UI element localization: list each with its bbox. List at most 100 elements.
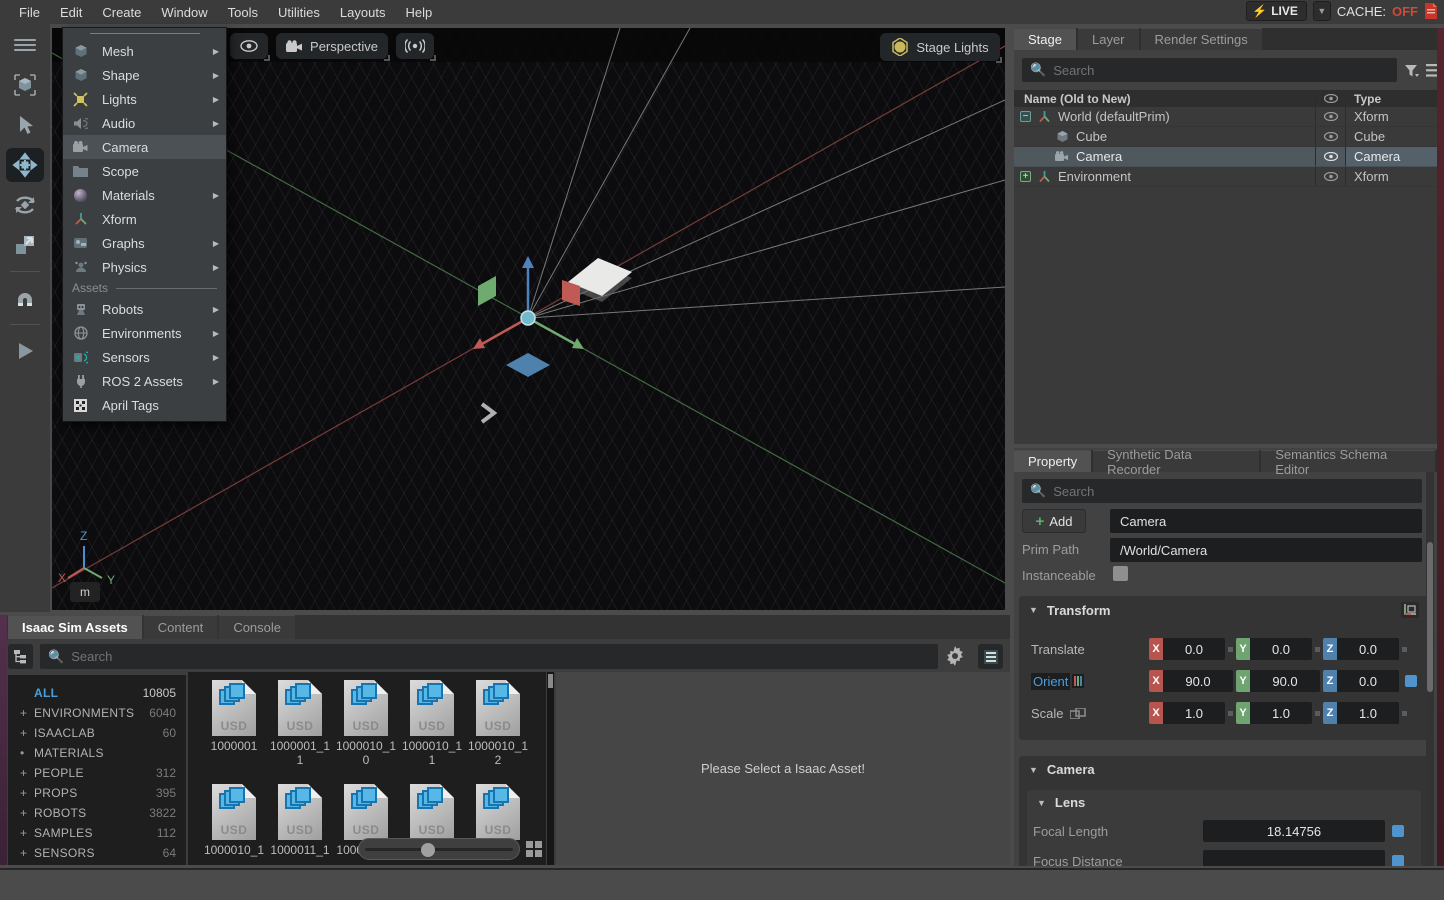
category-props[interactable]: +PROPS395 (8, 783, 186, 803)
expand-icon[interactable]: + (20, 706, 34, 720)
visibility-toggle[interactable] (1315, 147, 1345, 166)
transform-section-header[interactable]: ▼ Transform (1019, 596, 1429, 624)
tab-stage[interactable]: Stage (1014, 28, 1076, 50)
asset-grid-scrollbar[interactable] (547, 672, 554, 865)
menu-window[interactable]: Window (152, 2, 216, 23)
assets-search[interactable]: 🔍 (40, 644, 938, 669)
gizmo-x-arrow[interactable] (482, 318, 528, 344)
instanceable-checkbox[interactable] (1113, 566, 1128, 581)
viewport-visibility-button[interactable] (230, 33, 268, 59)
asset-file[interactable]: USD1000010_1 1 (401, 680, 463, 767)
category-environments[interactable]: +ENVIRONMENTS6040 (8, 703, 186, 723)
tab-synthetic-data-recorder[interactable]: Synthetic Data Recorder (1093, 450, 1259, 472)
tab-property[interactable]: Property (1014, 450, 1091, 472)
link-scale-icon[interactable] (1070, 708, 1086, 719)
stage-lights-button[interactable]: Stage Lights (880, 33, 1000, 61)
stage-row-world[interactable]: − World (defaultPrim) Xform (1014, 107, 1437, 127)
viewport-render-button[interactable] (396, 33, 434, 59)
property-scrollbar[interactable] (1426, 472, 1434, 866)
default-indicator[interactable] (1315, 647, 1320, 652)
column-type-header[interactable]: Type (1354, 92, 1381, 106)
expand-icon[interactable]: + (20, 766, 34, 780)
asset-file[interactable]: USD1000010_1 0 (335, 680, 397, 767)
scale-y-field[interactable]: 1.0 (1250, 702, 1312, 724)
asset-file[interactable]: USD1000001_1 1 (269, 680, 331, 767)
snap-tool[interactable] (6, 281, 44, 315)
menu-create[interactable]: Create (93, 2, 150, 23)
expand-icon[interactable]: + (20, 846, 34, 860)
asset-file[interactable]: USD1000010_1 2 (467, 680, 529, 767)
tab-render-settings[interactable]: Render Settings (1141, 28, 1262, 50)
gear-icon[interactable] (945, 646, 965, 666)
stage-row-camera[interactable]: Camera Camera (1014, 147, 1437, 167)
play-tool[interactable] (6, 334, 44, 368)
visibility-toggle[interactable] (1315, 167, 1345, 186)
stage-row-cube[interactable]: Cube Cube (1014, 127, 1437, 147)
value-changed-indicator[interactable] (1405, 675, 1417, 687)
gizmo-plane-handle-blue[interactable] (506, 353, 550, 377)
select-mode-tool[interactable] (6, 68, 44, 102)
menu-help[interactable]: Help (396, 2, 441, 23)
stage-row-environment[interactable]: + Environment Xform (1014, 167, 1437, 187)
column-visibility-header[interactable] (1315, 90, 1345, 107)
gizmo-y-arrow[interactable] (528, 318, 575, 344)
menu-tools[interactable]: Tools (219, 2, 267, 23)
move-tool[interactable] (6, 148, 44, 182)
category-samples[interactable]: +SAMPLES112 (8, 823, 186, 843)
hierarchy-view-button[interactable] (8, 644, 33, 669)
asset-file[interactable]: USD1000011_1 (269, 784, 331, 857)
create-menu-item-graphs[interactable]: Graphs ▶ (63, 231, 226, 255)
expand-icon[interactable]: + (20, 806, 34, 820)
category-materials[interactable]: •MATERIALS (8, 743, 186, 763)
default-indicator[interactable] (1228, 711, 1233, 716)
default-indicator[interactable] (1402, 711, 1407, 716)
translate-z-field[interactable]: 0.0 (1337, 638, 1399, 660)
tab-console[interactable]: Console (219, 615, 295, 639)
scale-x-field[interactable]: 1.0 (1163, 702, 1225, 724)
list-view-button[interactable] (978, 644, 1003, 669)
asset-file[interactable]: USD1000001 (203, 680, 265, 753)
create-menu-item-audio[interactable]: Audio ▶ (63, 111, 226, 135)
menu-layouts[interactable]: Layouts (331, 2, 395, 23)
camera-section-header[interactable]: ▼ Camera (1019, 756, 1429, 783)
cursor-tool[interactable] (6, 108, 44, 142)
scale-z-field[interactable]: 1.0 (1337, 702, 1399, 724)
property-search[interactable]: 🔍 (1022, 479, 1422, 503)
prim-path-field[interactable]: /World/Camera (1110, 538, 1422, 562)
expand-icon[interactable]: + (1020, 171, 1031, 182)
menu-file[interactable]: File (10, 2, 49, 23)
lens-section-header[interactable]: ▼ Lens (1027, 790, 1421, 815)
orient-x-field[interactable]: 90.0 (1163, 670, 1233, 692)
tab-isaac-sim-assets[interactable]: Isaac Sim Assets (8, 615, 142, 639)
column-name-header[interactable]: Name (Old to New) (1024, 92, 1131, 106)
menu-utilities[interactable]: Utilities (269, 2, 329, 23)
create-menu-item-xform[interactable]: Xform (63, 207, 226, 231)
asset-file[interactable]: USD (401, 784, 463, 843)
create-menu-item-ros2-assets[interactable]: ROS 2 Assets ▶ (63, 369, 226, 393)
live-button[interactable]: ⚡ LIVE (1246, 1, 1307, 21)
value-changed-indicator[interactable] (1392, 855, 1404, 866)
default-indicator[interactable] (1228, 647, 1233, 652)
tab-layer[interactable]: Layer (1078, 28, 1139, 50)
unit-button[interactable]: m (70, 582, 100, 602)
create-menu-item-environments[interactable]: Environments ▶ (63, 321, 226, 345)
visibility-toggle[interactable] (1315, 107, 1345, 126)
rotate-tool[interactable] (6, 188, 44, 222)
gizmo-center[interactable] (521, 311, 535, 325)
gizmo-plane-handle-green[interactable] (478, 276, 496, 306)
filter-icon[interactable] (1404, 64, 1420, 78)
value-changed-indicator[interactable] (1392, 825, 1404, 837)
thumbnail-size-slider[interactable] (358, 838, 520, 860)
create-menu-item-april-tags[interactable]: April Tags (63, 393, 226, 417)
prim-name-field[interactable]: Camera (1110, 509, 1422, 533)
transform-axes-icon[interactable] (1401, 602, 1419, 618)
default-indicator[interactable] (1402, 647, 1407, 652)
menu-edit[interactable]: Edit (51, 2, 91, 23)
category-robots[interactable]: +ROBOTS3822 (8, 803, 186, 823)
visibility-toggle[interactable] (1315, 127, 1345, 146)
slider-handle[interactable] (421, 843, 435, 857)
orient-z-field[interactable]: 0.0 (1337, 670, 1399, 692)
orient-y-field[interactable]: 90.0 (1250, 670, 1320, 692)
menu-tearoff[interactable] (63, 28, 226, 39)
create-menu-item-camera[interactable]: Camera (63, 135, 226, 159)
